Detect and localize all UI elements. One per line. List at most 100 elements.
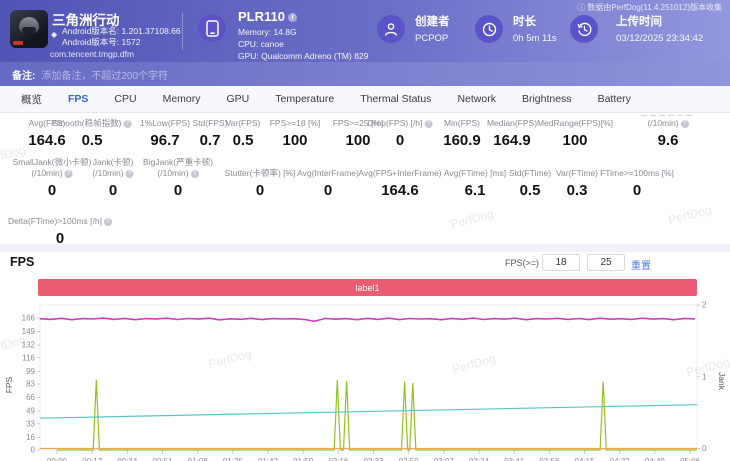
stat-cell: Min(FPS) 160.9 — [443, 115, 481, 149]
device-info-icon[interactable]: i — [288, 13, 297, 22]
svg-text:83: 83 — [26, 380, 35, 389]
svg-text:116: 116 — [22, 353, 35, 362]
tab-GPU[interactable]: GPU — [214, 93, 263, 105]
stat-cell: Delta(FTime)>100ms [/h]?0 — [8, 214, 112, 247]
info-icon: ⓘ — [577, 3, 587, 12]
left-axis: 0163349668399116132149166FPS — [4, 314, 40, 455]
clock-icon — [482, 22, 497, 37]
help-icon[interactable]: ? — [123, 120, 131, 128]
svg-text:49: 49 — [26, 407, 35, 416]
notes-input[interactable]: 添加备注，不超过200个字符 — [41, 67, 168, 82]
stat-label: (/10min)? — [641, 115, 695, 129]
tab-FPS[interactable]: FPS — [55, 93, 101, 105]
help-icon[interactable]: ? — [424, 120, 432, 128]
svg-text:16: 16 — [26, 433, 35, 442]
stat-label: Avg(InterFrame) — [297, 155, 359, 179]
tab-概览[interactable]: 概览 — [8, 92, 55, 107]
stat-value: 0 — [13, 182, 92, 199]
notes-bar: 备注: 添加备注，不超过200个字符 — [0, 62, 730, 86]
svg-text:03:24: 03:24 — [469, 457, 490, 461]
svg-text:02:16: 02:16 — [328, 457, 349, 461]
fps-section-title: FPS — [10, 255, 34, 269]
help-icon[interactable]: ? — [104, 218, 112, 226]
label-banner: label1 — [38, 279, 697, 296]
svg-text:05:06: 05:06 — [680, 457, 701, 461]
svg-text:01:59: 01:59 — [293, 457, 314, 461]
device-model: PLR110i — [238, 9, 297, 24]
series-jank-spikes — [57, 380, 696, 450]
tab-Network[interactable]: Network — [444, 93, 509, 105]
stat-cell: Avg(InterFrame)0 — [297, 155, 359, 199]
device-cpu: CPU: canoe — [238, 39, 284, 49]
stat-cell: Stutter(卡顿率) [%]0 — [225, 155, 296, 199]
header: ⓘ 数据由PerfDog(11.4.251012)版本收集 三角洲行动 ◆ An… — [0, 0, 730, 62]
svg-text:00:51: 00:51 — [152, 457, 173, 461]
svg-text:04:15: 04:15 — [575, 457, 596, 461]
stat-cell: (/10min)?9.6 — [641, 115, 695, 149]
series-fps — [40, 318, 695, 321]
svg-text:1: 1 — [702, 372, 707, 381]
stat-value: 96.7 — [140, 132, 190, 149]
svg-text:Jank: Jank — [717, 372, 727, 391]
svg-text:01:08: 01:08 — [188, 457, 209, 461]
svg-text:99: 99 — [26, 367, 35, 376]
creator-label: 创建者 — [415, 13, 450, 29]
svg-text:04:32: 04:32 — [610, 457, 631, 461]
svg-text:03:58: 03:58 — [539, 457, 560, 461]
stat-cell: SmallJank(微小卡顿)(/10min)? 0 — [13, 155, 92, 199]
stat-cell: Std(FPS)0.7 — [193, 115, 228, 149]
fps-threshold-label: FPS(>=) — [505, 258, 539, 268]
stat-label: Var(FTime) — [556, 155, 598, 179]
tab-Brightness[interactable]: Brightness — [509, 93, 585, 105]
stat-cell: Var(FTime) 0.3 — [556, 155, 598, 199]
notes-label: 备注: — [12, 67, 35, 82]
stat-label: Min(FPS) — [443, 115, 481, 129]
stat-label: Avg(FTime) [ms] — [444, 155, 506, 179]
stat-value: 164.9 — [487, 132, 537, 149]
stat-cell: Var(FPS)0.5 — [226, 115, 261, 149]
fps-chart[interactable]: 0163349668399116132149166FPS012Jank00:00… — [0, 297, 730, 461]
phone-icon — [206, 20, 219, 37]
stat-value: 0.5 — [226, 132, 261, 149]
x-axis: 00:0000:1700:3400:5101:0801:2501:4201:59… — [47, 450, 701, 461]
help-icon[interactable]: ? — [681, 120, 689, 128]
watermark: PerfDog — [449, 207, 495, 232]
device-icon-circle — [198, 14, 226, 42]
stat-cell: FTime>=100ms [%]0 — [600, 155, 674, 199]
svg-text:0: 0 — [31, 446, 36, 455]
stat-value: 0.3 — [556, 182, 598, 199]
section-divider — [0, 244, 730, 252]
stat-label: FTime>=100ms [%] — [600, 155, 674, 179]
stat-cell: Avg(FPS+InterFrame)164.6 — [358, 155, 441, 199]
fps-threshold1-input[interactable] — [542, 254, 580, 271]
stat-label: SmallJank(微小卡顿)(/10min)? — [13, 155, 92, 179]
stat-value: 0 — [92, 182, 133, 199]
tab-Temperature[interactable]: Temperature — [262, 93, 347, 105]
right-axis: 012Jank — [697, 301, 727, 454]
stat-label: Median(FPS) — [487, 115, 537, 129]
collector-note: ⓘ 数据由PerfDog(11.4.251012)版本收集 — [577, 2, 722, 13]
stat-label: MedRange(FPS)[%] — [537, 115, 613, 129]
tab-Battery[interactable]: Battery — [585, 93, 644, 105]
stat-cell: Std(FTime)0.5 — [509, 155, 551, 199]
stat-value: 160.9 — [443, 132, 481, 149]
reset-button[interactable]: 重置 — [631, 257, 651, 272]
plot-border — [40, 305, 697, 450]
svg-text:00:17: 00:17 — [82, 457, 103, 461]
help-icon[interactable]: ? — [126, 170, 134, 178]
fps-threshold2-input[interactable] — [587, 254, 625, 271]
tab-Memory[interactable]: Memory — [150, 93, 214, 105]
device-gpu: GPU: Qualcomm Adreno (TM) 829 — [238, 51, 368, 61]
stat-cell: Avg(FTime) [ms]6.1 — [444, 155, 506, 199]
help-icon[interactable]: ? — [65, 170, 73, 178]
tab-CPU[interactable]: CPU — [101, 93, 149, 105]
stat-label: BigJank(严重卡顿)(/10min)? — [143, 155, 213, 179]
stat-label: Std(FTime) — [509, 155, 551, 179]
series-trend — [40, 405, 697, 419]
duration-label: 时长 — [513, 13, 536, 29]
watermark: PerfDog — [667, 203, 713, 228]
stat-label: Smooth(稳帧指数)? — [53, 115, 132, 129]
help-icon[interactable]: ? — [191, 170, 199, 178]
stat-value: 100 — [270, 132, 321, 149]
tab-Thermal Status[interactable]: Thermal Status — [347, 93, 444, 105]
